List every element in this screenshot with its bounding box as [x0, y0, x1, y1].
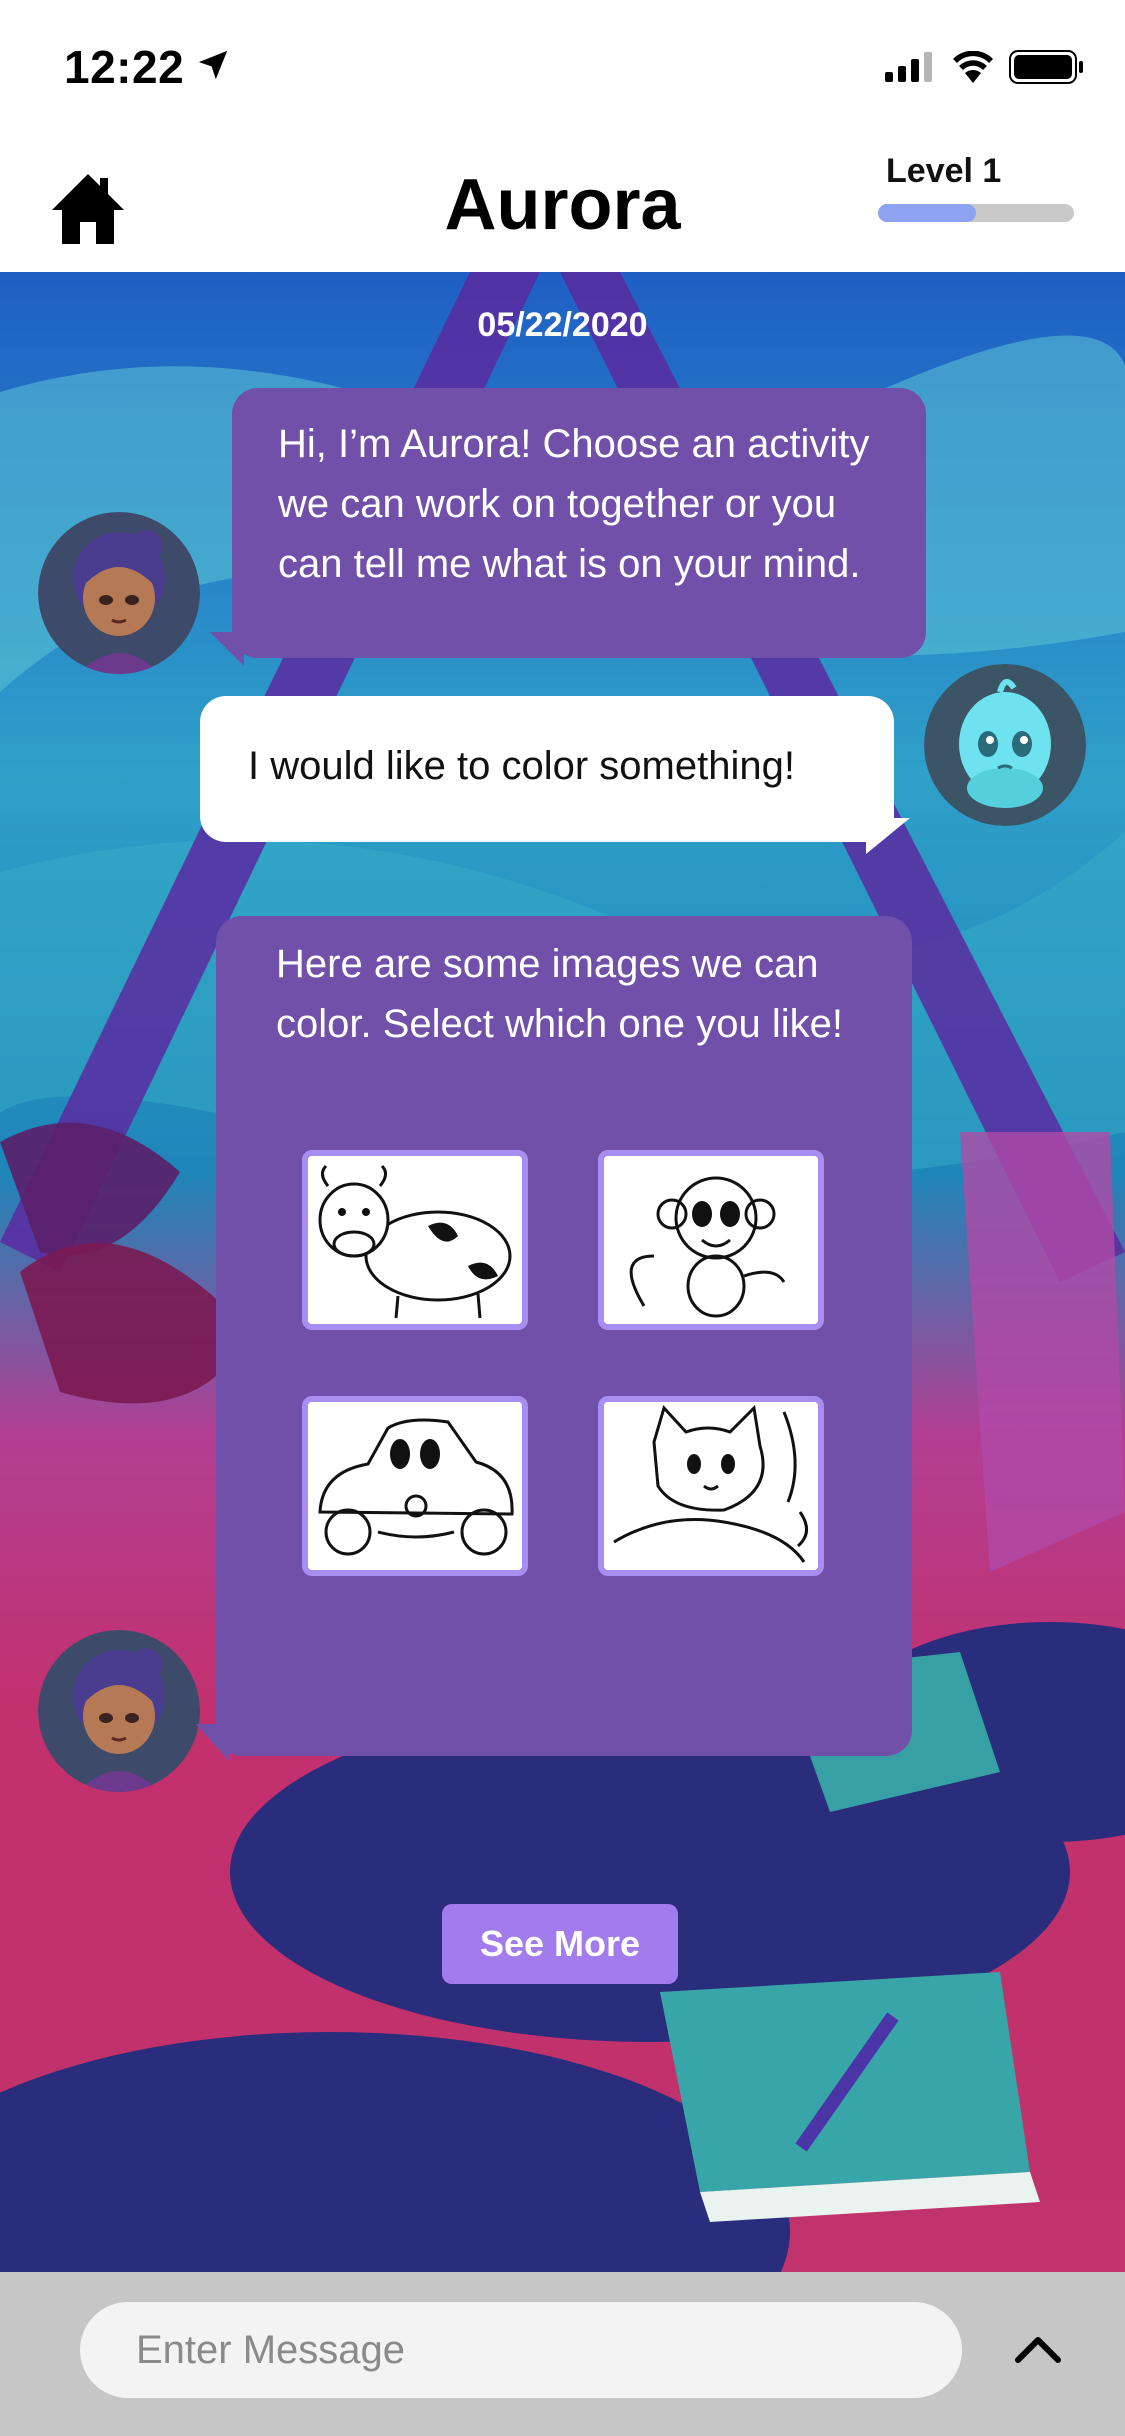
chat-date: 05/22/2020	[477, 306, 648, 344]
location-arrow-icon	[198, 50, 228, 80]
user-message: I would like to color something!	[200, 696, 894, 842]
level-label: Level 1	[886, 152, 1002, 190]
status-icons	[885, 50, 1085, 84]
aurora-avatar-icon	[38, 1630, 200, 1792]
status-time: 12:22	[64, 41, 185, 93]
chevron-up-icon[interactable]	[1012, 2328, 1064, 2368]
coloring-image-monkey[interactable]	[598, 1150, 824, 1330]
battery-icon	[1009, 50, 1083, 84]
see-more-button[interactable]: See More	[442, 1904, 678, 1984]
monkey-drawing-icon	[604, 1156, 818, 1324]
status-bar: 12:22	[0, 0, 1125, 132]
level-progress-bar	[878, 204, 1074, 222]
aurora-avatar-icon	[38, 512, 200, 674]
coloring-image-cow[interactable]	[302, 1150, 528, 1330]
coloring-image-grid	[302, 1150, 824, 1580]
bot-message: Hi, I’m Aurora! Choose an activity we ca…	[232, 388, 926, 658]
car-drawing-icon	[308, 1402, 522, 1570]
chat-area[interactable]: 05/22/2020 Hi, I’m Aurora! Choose an act…	[0, 272, 1125, 2272]
cat-drawing-icon	[604, 1402, 818, 1570]
message-composer	[0, 2272, 1125, 2436]
coloring-image-car[interactable]	[302, 1396, 528, 1576]
user-creature-avatar-icon	[924, 664, 1086, 826]
message-input[interactable]	[80, 2302, 962, 2398]
cow-drawing-icon	[308, 1156, 522, 1324]
wifi-icon	[953, 51, 993, 83]
bot-message-text: Here are some images we can color. Selec…	[276, 942, 843, 1046]
signal-icon	[885, 52, 932, 82]
level-progress-fill	[878, 204, 976, 222]
bot-coloring-message: Here are some images we can color. Selec…	[216, 916, 912, 1984]
coloring-image-cat[interactable]	[598, 1396, 824, 1576]
header: Aurora Level 1	[0, 132, 1125, 272]
